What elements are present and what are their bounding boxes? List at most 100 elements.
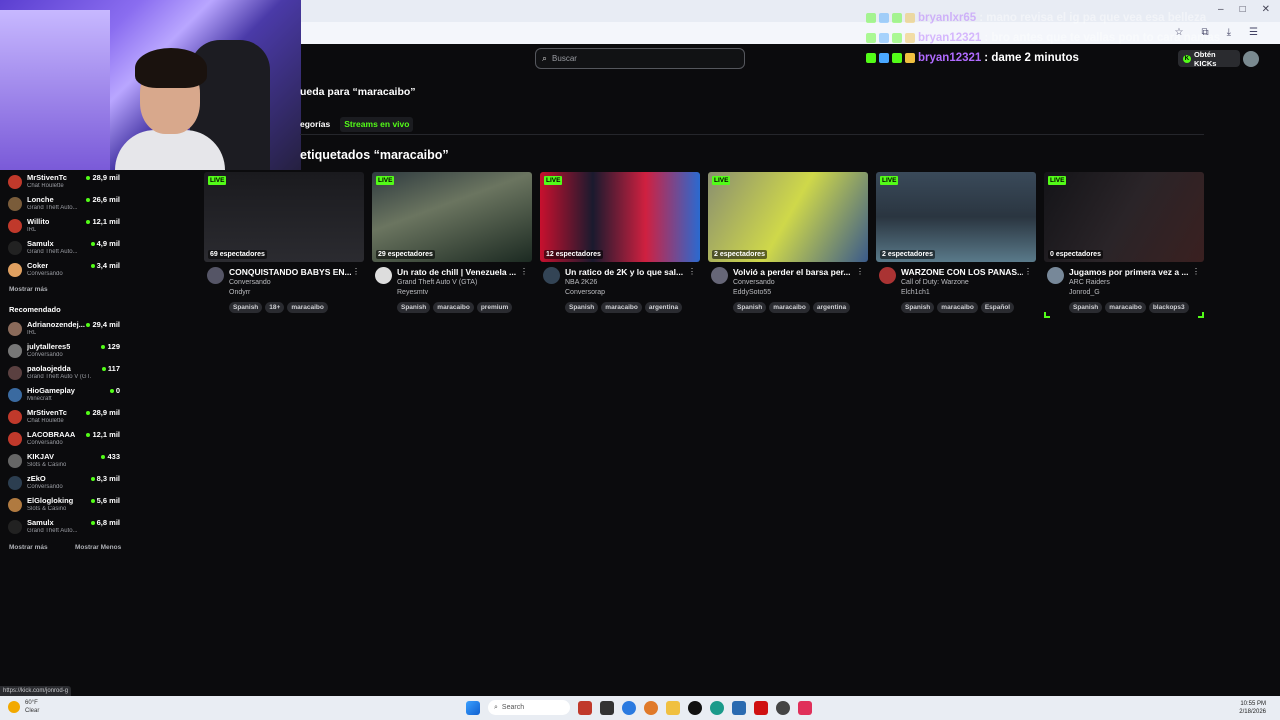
edge-icon[interactable] (710, 700, 724, 715)
streamer-name[interactable]: Reyesmtv (397, 289, 428, 296)
chat-username[interactable]: bryan12321 (918, 28, 981, 48)
stream-tag[interactable]: maracaibo (601, 302, 642, 313)
stream-thumbnail[interactable]: LIVE 69 espectadores (204, 172, 364, 262)
sidebar-channel[interactable]: HioGameplay Minecraft 0 (8, 386, 120, 408)
sidebar-channel[interactable]: ElGlogloking Slots & Casino 5,6 mil (8, 496, 120, 518)
sidebar-channel[interactable]: Adrianozendej... IRL 29,4 mil (8, 320, 120, 342)
sidebar-channel[interactable]: Willito IRL 12,1 mil (8, 217, 120, 239)
chrome-icon[interactable] (622, 700, 636, 715)
stream-category[interactable]: Conversando (733, 279, 775, 286)
stream-category[interactable]: NBA 2K26 (565, 279, 597, 286)
stream-tag[interactable]: argentina (644, 302, 683, 313)
download-icon[interactable]: ⤓ (1227, 27, 1231, 38)
stream-tag[interactable]: argentina (812, 302, 851, 313)
more-options-icon[interactable]: ⋮ (1024, 267, 1032, 276)
sidebar-channel[interactable]: MrStivenTc Chat Roulette 28,9 mil (8, 173, 120, 195)
stream-tag[interactable]: Spanish (229, 302, 263, 313)
more-options-icon[interactable]: ⋮ (688, 267, 696, 276)
task-view-icon[interactable] (600, 700, 614, 715)
sidebar-channel[interactable]: julytalleres5 Conversando 129 (8, 342, 120, 364)
stream-thumbnail[interactable]: LIVE 29 espectadores (372, 172, 532, 262)
streamer-name[interactable]: Ondyrr (229, 289, 250, 296)
more-options-icon[interactable]: ⋮ (1192, 267, 1200, 276)
more-options-icon[interactable]: ⋮ (520, 267, 528, 276)
stream-category[interactable]: Call of Duty: Warzone (901, 279, 969, 286)
stream-tag[interactable]: maracaibo (433, 302, 474, 313)
tiktok-studio-icon[interactable] (798, 700, 812, 715)
sidebar-channel[interactable]: zEkO Conversando 8,3 mil (8, 474, 120, 496)
stream-tag[interactable]: maracaibo (769, 302, 810, 313)
stream-tag[interactable]: maracaibo (287, 302, 328, 313)
stream-category[interactable]: Grand Theft Auto V (GTA) (397, 279, 477, 286)
streamer-name[interactable]: Elch1ch1 (901, 289, 930, 296)
show-more-button[interactable]: Mostrar más (9, 286, 48, 293)
streamer-avatar[interactable] (1047, 267, 1064, 284)
stream-tag[interactable]: Spanish (901, 302, 935, 313)
stream-tag[interactable]: maracaibo (937, 302, 978, 313)
chat-username[interactable]: bryanlxr65 (918, 8, 976, 28)
more-options-icon[interactable]: ⋮ (352, 267, 360, 276)
weather-widget[interactable]: 60°F Clear (8, 699, 39, 715)
sidebar-channel[interactable]: MrStivenTc Chat Roulette 28,9 mil (8, 408, 120, 430)
stream-title[interactable]: CONQUISTANDO BABYS EN... (229, 267, 351, 277)
show-more-button[interactable]: Mostrar más (9, 544, 48, 551)
sidebar-channel[interactable]: paolaojedda Grand Theft Auto V (GT... 117 (8, 364, 120, 386)
app-icon[interactable] (776, 700, 790, 715)
folder-icon[interactable] (666, 700, 680, 715)
stream-tag[interactable]: premium (476, 302, 513, 313)
streamer-avatar[interactable] (543, 267, 560, 284)
stream-card[interactable]: LIVE 69 espectadores CONQUISTANDO BABYS EN… (204, 172, 364, 320)
streamer-avatar[interactable] (879, 267, 896, 284)
stream-thumbnail[interactable]: LIVE 2 espectadores (876, 172, 1036, 262)
maximize-icon[interactable]: □ (1240, 4, 1246, 15)
sidebar-channel[interactable]: Lonche Grand Theft Auto... 26,6 mil (8, 195, 120, 217)
flag-icon[interactable] (578, 700, 592, 715)
sidebar-channel[interactable]: KIKJAV Slots & Casino 433 (8, 452, 120, 474)
stream-title[interactable]: WARZONE CON LOS PANAS... (901, 267, 1023, 277)
stream-thumbnail[interactable]: LIVE 12 espectadores (540, 172, 700, 262)
search-input[interactable]: ⌕ Buscar (535, 48, 745, 69)
stream-category[interactable]: ARC Raiders (1069, 279, 1110, 286)
stream-card[interactable]: LIVE 29 espectadores Un rato de chill | Ve… (372, 172, 532, 320)
stream-thumbnail[interactable]: LIVE 2 espectadores (708, 172, 868, 262)
stream-card[interactable]: LIVE 0 espectadores Jugamos por primera ve… (1044, 172, 1204, 320)
sidebar-channel[interactable]: LACOBRAAA Conversando 12,1 mil (8, 430, 120, 452)
streamer-avatar[interactable] (711, 267, 728, 284)
stream-title[interactable]: Un ratico de 2K y lo que sal... (565, 267, 687, 277)
stream-thumbnail[interactable]: LIVE 0 espectadores (1044, 172, 1204, 262)
windows-start-icon[interactable] (466, 700, 480, 715)
stream-tag[interactable]: Español (980, 302, 1015, 313)
more-options-icon[interactable]: ⋮ (856, 267, 864, 276)
streamer-name[interactable]: Jonrod_G (1069, 289, 1100, 296)
stream-category[interactable]: Conversando (229, 279, 271, 286)
user-avatar[interactable] (1243, 51, 1259, 67)
streamer-name[interactable]: EddySoto55 (733, 289, 771, 296)
stream-card[interactable]: LIVE 12 espectadores Un ratico de 2K y lo … (540, 172, 700, 320)
tab-categories[interactable]: egorías (300, 117, 334, 132)
system-clock[interactable]: 10:55 PM 2/18/2026 (1239, 700, 1266, 716)
browser-icon[interactable] (644, 700, 658, 715)
stream-card[interactable]: LIVE 2 espectadores Volvió a perder el bar… (708, 172, 868, 320)
close-icon[interactable]: ✕ (1262, 4, 1270, 15)
show-less-button[interactable]: Mostrar Menos (75, 544, 121, 551)
stream-tag[interactable]: Spanish (565, 302, 599, 313)
store-icon[interactable] (732, 700, 746, 715)
stream-card[interactable]: LIVE 2 espectadores WARZONE CON LOS PANAS.… (876, 172, 1036, 320)
stream-title[interactable]: Volvió a perder el barsa per... (733, 267, 855, 277)
sidebar-channel[interactable]: Samulx Grand Theft Auto... 6,8 mil (8, 518, 120, 540)
tiktok-icon[interactable] (688, 700, 702, 715)
netflix-icon[interactable] (754, 700, 768, 715)
streamer-avatar[interactable] (375, 267, 392, 284)
streamer-name[interactable]: Conversorap (565, 289, 605, 296)
chat-username[interactable]: bryan12321 (918, 48, 981, 68)
stream-tag[interactable]: Spanish (397, 302, 431, 313)
stream-title[interactable]: Jugamos por primera vez a ... (1069, 267, 1191, 277)
sidebar-channel[interactable]: Samulx Grand Theft Auto... 4,9 mil (8, 239, 120, 261)
tab-live-streams[interactable]: Streams en vivo (340, 117, 414, 132)
taskbar-search[interactable]: ⌕ Search (488, 700, 570, 715)
streamer-avatar[interactable] (207, 267, 224, 284)
menu-icon[interactable]: ☰ (1249, 27, 1258, 38)
sidebar-channel[interactable]: Coker Conversando 3,4 mil (8, 261, 120, 283)
stream-tag[interactable]: 18+ (265, 302, 285, 313)
stream-title[interactable]: Un rato de chill | Venezuela ... (397, 267, 519, 277)
